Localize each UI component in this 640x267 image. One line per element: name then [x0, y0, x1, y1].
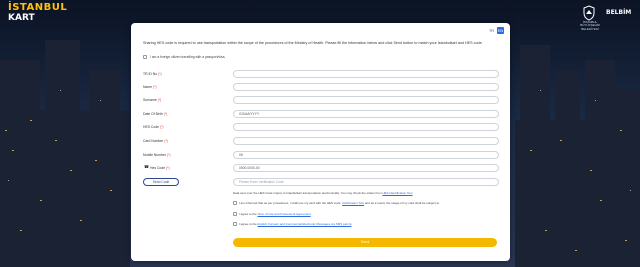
brand-line2: KART: [8, 13, 35, 23]
terms-link[interactable]: Term of Use and Framework Agreement: [257, 212, 310, 216]
field-row-hes-code: HES Code (*): [143, 122, 499, 131]
date-of-birth-input[interactable]: GG/AA/YYYY: [233, 109, 499, 118]
phone-icon: ☎: [144, 164, 149, 169]
surname-input[interactable]: [233, 95, 499, 104]
belbim-logo[interactable]: BELBİM: [606, 9, 631, 16]
hes-form-card: TR EN Sharing HES code is required to us…: [131, 23, 510, 261]
mobile-number-input[interactable]: 05: [233, 150, 499, 159]
field-row-mobile: Mobile Number (*) 05: [143, 150, 499, 159]
field-row-dob: Date Of Birth (*) GG/AA/YYYY: [143, 109, 499, 118]
field-label: TR ID No (*): [143, 71, 162, 76]
terms-text: I agree to the Term of Use and Framework…: [239, 212, 312, 216]
clarification-link[interactable]: Clarification Text: [342, 201, 364, 205]
field-label: Hes Code (*): [150, 165, 170, 170]
marketing-row[interactable]: I agree to the Explicit Consent and Comm…: [233, 222, 501, 226]
ibb-emblem-icon: [583, 5, 595, 21]
lang-tr-button[interactable]: TR: [488, 27, 495, 34]
hes-identification-link[interactable]: HES Identification Text: [382, 191, 412, 195]
notice-row[interactable]: I am informed that as per procedures, I …: [233, 201, 501, 205]
hes-info-note: Data sent over the HES Code inquiry to İ…: [233, 191, 413, 195]
terms-checkbox[interactable]: [233, 212, 237, 216]
tr-id-input[interactable]: [233, 69, 499, 78]
terms-row[interactable]: I agree to the Term of Use and Framework…: [233, 212, 501, 216]
submit-button[interactable]: Send: [233, 238, 497, 247]
field-label: Mobile Number (*): [143, 152, 171, 157]
notice-text: I am informed that as per procedures, I …: [239, 201, 440, 205]
istanbulkart-logo[interactable]: İSTANBUL KART: [8, 3, 67, 23]
card-number-input[interactable]: [233, 136, 499, 145]
name-input[interactable]: [233, 82, 499, 91]
marketing-checkbox[interactable]: [233, 222, 237, 226]
hes-code-format-input[interactable]: 0000-0000-00: [233, 163, 499, 172]
field-label: Surname (*): [143, 97, 162, 102]
intro-text: Sharing HES code is required to use tran…: [143, 41, 483, 45]
field-row-hes-code-2: Hes Code (*) 0000-0000-00: [143, 163, 499, 172]
foreign-citizen-checkbox[interactable]: [143, 55, 147, 59]
field-label: Card Number (*): [143, 138, 168, 143]
foreign-citizen-option[interactable]: I am a foreign citizen travelling with a…: [143, 55, 225, 59]
foreign-citizen-label: I am a foreign citizen travelling with a…: [150, 55, 226, 59]
field-label: Name (*): [143, 84, 157, 89]
ibb-caption: İSTANBUL BÜYÜKŞEHİR BELEDİYESİ: [580, 20, 600, 31]
field-row-verification: Please Enter Verification Code: [143, 177, 499, 186]
field-row-card-number: Card Number (*): [143, 136, 499, 145]
field-row-tr-id: TR ID No (*): [143, 69, 499, 78]
marketing-text: I agree to the Explicit Consent and Comm…: [239, 222, 353, 226]
field-label: HES Code (*): [143, 124, 164, 129]
explicit-consent-link[interactable]: Explicit Consent and Commercial Electron…: [258, 222, 352, 226]
field-row-name: Name (*): [143, 82, 499, 91]
verification-code-input[interactable]: Please Enter Verification Code: [233, 177, 499, 186]
field-row-surname: Surname (*): [143, 95, 499, 104]
field-label: Date Of Birth (*): [143, 111, 168, 116]
hes-code-input[interactable]: [233, 122, 499, 131]
notice-checkbox[interactable]: [233, 201, 237, 205]
lang-en-button[interactable]: EN: [497, 27, 504, 34]
brand-line1: İSTANBUL: [8, 2, 68, 13]
